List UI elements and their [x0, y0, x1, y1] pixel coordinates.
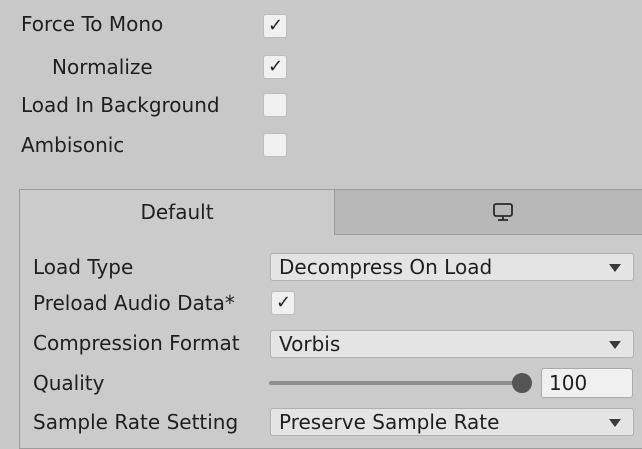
- load-in-background-checkbox[interactable]: [263, 93, 287, 117]
- monitor-icon: [493, 203, 513, 221]
- platform-tab-bar: Default: [20, 190, 642, 235]
- compression-format-label: Compression Format: [33, 331, 240, 355]
- sample-rate-setting-value: Preserve Sample Rate: [279, 410, 500, 434]
- normalize-checkbox[interactable]: ✓: [263, 55, 287, 79]
- sample-rate-setting-dropdown[interactable]: Preserve Sample Rate: [270, 408, 634, 436]
- preload-audio-data-label: Preload Audio Data*: [33, 291, 235, 315]
- dropdown-arrow-icon: [609, 419, 621, 427]
- preload-audio-data-checkbox[interactable]: ✓: [271, 291, 295, 315]
- load-type-value: Decompress On Load: [279, 255, 493, 279]
- quality-input[interactable]: 100: [541, 368, 633, 398]
- load-type-label: Load Type: [33, 255, 134, 279]
- load-in-background-label: Load In Background: [21, 93, 220, 117]
- dropdown-arrow-icon: [609, 341, 621, 349]
- quality-value: 100: [549, 371, 588, 395]
- checkmark-icon: ✓: [268, 56, 284, 77]
- force-to-mono-checkbox[interactable]: ✓: [263, 14, 287, 38]
- audio-import-inspector: Force To Mono ✓ Normalize ✓ Load In Back…: [0, 0, 642, 449]
- tab-default-label: Default: [140, 200, 214, 224]
- checkmark-icon: ✓: [276, 292, 292, 313]
- quality-label: Quality: [33, 371, 105, 395]
- sample-rate-setting-label: Sample Rate Setting: [33, 410, 239, 434]
- compression-format-value: Vorbis: [279, 332, 341, 356]
- load-type-dropdown[interactable]: Decompress On Load: [270, 253, 634, 281]
- dropdown-arrow-icon: [609, 264, 621, 272]
- quality-slider-track[interactable]: [269, 381, 523, 385]
- ambisonic-label: Ambisonic: [21, 133, 125, 157]
- tab-standalone[interactable]: [335, 190, 642, 235]
- normalize-label: Normalize: [52, 55, 153, 79]
- tab-default[interactable]: Default: [20, 190, 335, 235]
- force-to-mono-label: Force To Mono: [21, 12, 164, 36]
- ambisonic-checkbox[interactable]: [263, 133, 287, 157]
- compression-format-dropdown[interactable]: Vorbis: [270, 330, 634, 358]
- checkmark-icon: ✓: [268, 15, 284, 36]
- quality-slider-thumb[interactable]: [512, 373, 532, 393]
